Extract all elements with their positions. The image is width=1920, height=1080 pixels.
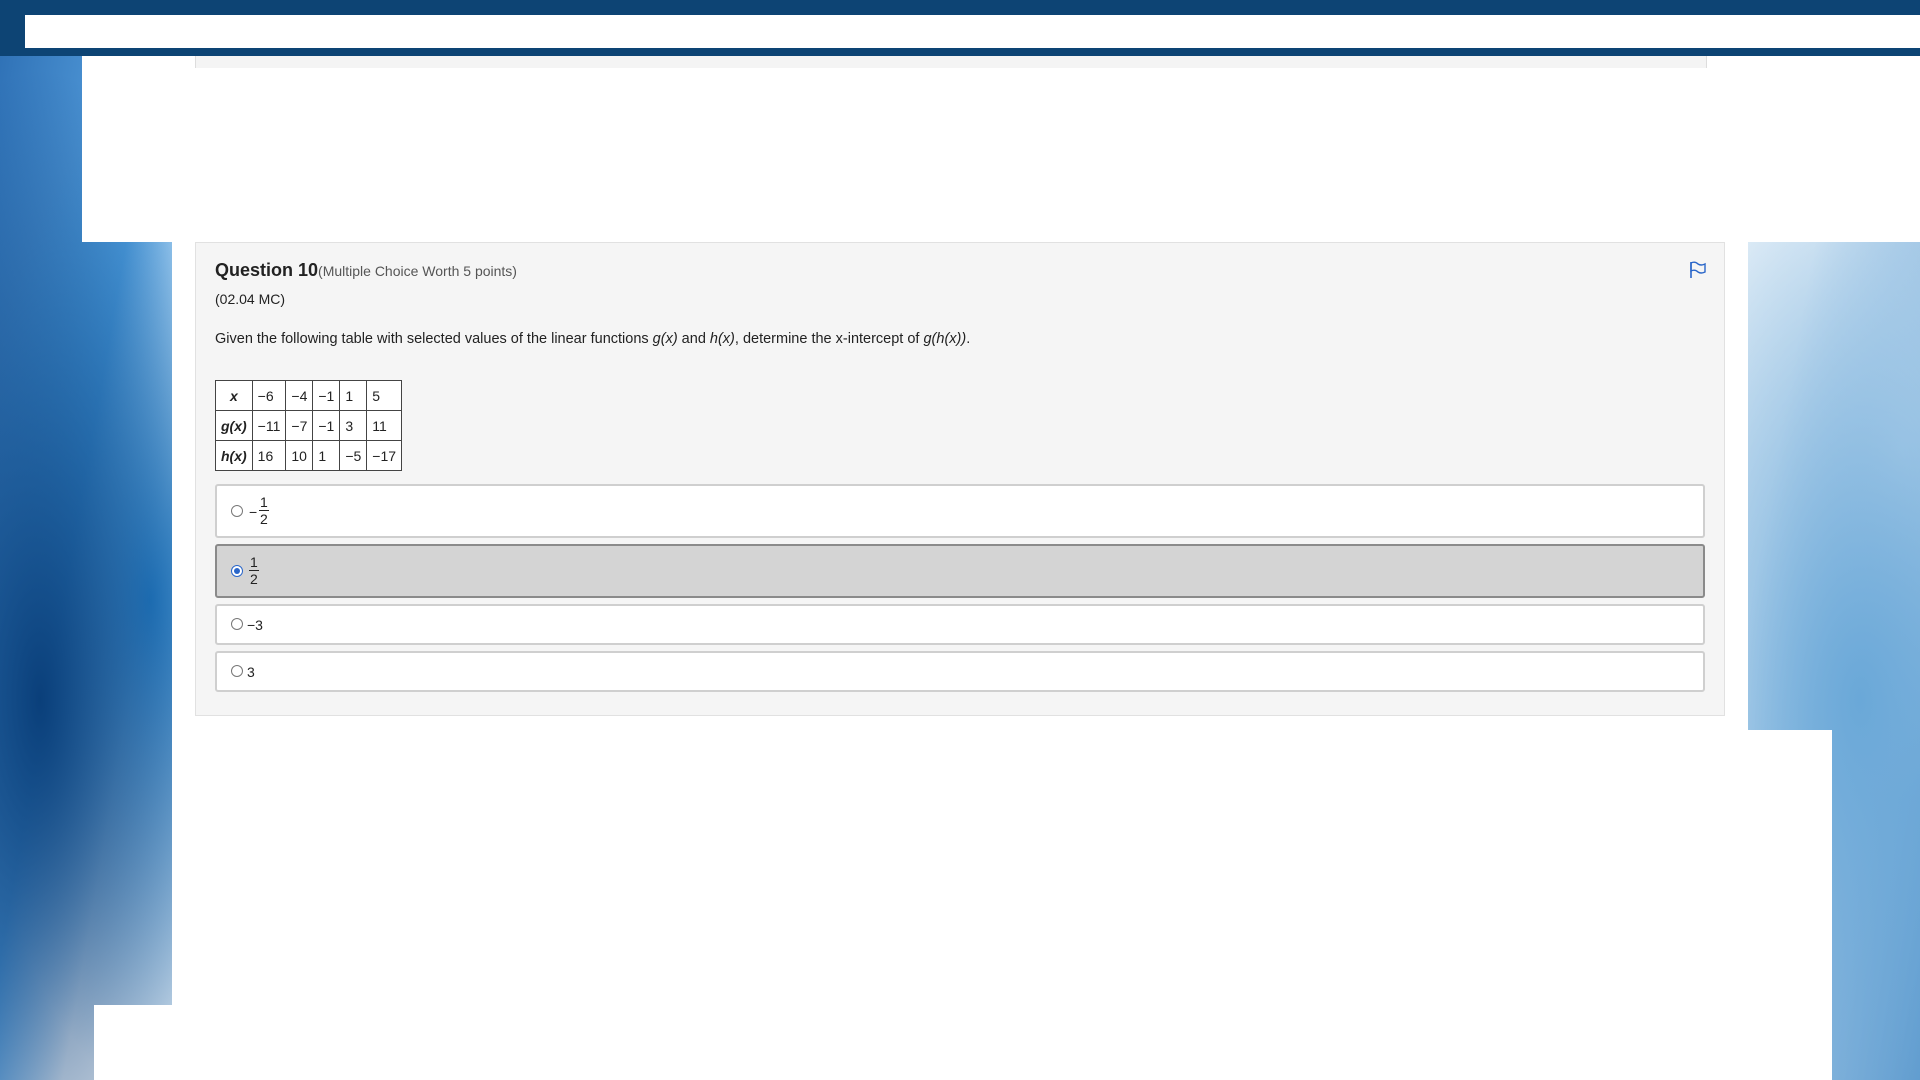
table-cell: 1: [312, 440, 341, 471]
table-row: g(x) −11 −7 −1 3 11: [215, 410, 403, 441]
table-cell: −7: [285, 410, 314, 441]
answer-choice-b[interactable]: 1 2: [215, 544, 1705, 598]
choice-b-fraction: 1 2: [249, 554, 259, 587]
top-navigation-bar: [0, 0, 1920, 56]
flag-icon[interactable]: [1688, 260, 1708, 280]
answer-choice-a[interactable]: − 1 2: [215, 484, 1705, 538]
table-cell: 10: [285, 440, 314, 471]
values-table: x −6 −4 −1 1 5 g(x) −11 −7 −1 3 11 h(x) …: [215, 380, 403, 471]
table-cell: 16: [251, 440, 287, 471]
top-bar-inner-panel: [25, 15, 1920, 48]
choice-d-label: 3: [247, 664, 255, 680]
radio-button-c[interactable]: [231, 618, 243, 630]
row-header: x: [215, 380, 253, 411]
table-cell: −17: [366, 440, 403, 471]
choice-a-sign: −: [249, 504, 258, 520]
content-panel-top: [82, 56, 1920, 242]
table-cell: 1: [339, 380, 368, 411]
row-header: g(x): [215, 410, 253, 441]
table-cell: 3: [339, 410, 368, 441]
table-cell: −6: [251, 380, 287, 411]
answer-choice-d[interactable]: 3: [215, 651, 1705, 692]
question-card: Question 10(Multiple Choice Worth 5 poin…: [195, 242, 1725, 716]
answer-choice-c[interactable]: −3: [215, 604, 1705, 645]
table-cell: −11: [251, 410, 287, 441]
radio-button-d[interactable]: [231, 665, 243, 677]
question-worth: (Multiple Choice Worth 5 points): [318, 263, 517, 279]
question-title: Question 10: [215, 260, 319, 280]
choice-c-label: −3: [247, 617, 263, 633]
content-panel-extension: [1748, 730, 1832, 1080]
question-prompt: Given the following table with selected …: [215, 331, 971, 347]
previous-question-card-edge: [195, 56, 1707, 68]
row-header: h(x): [215, 440, 253, 471]
table-cell: 11: [366, 410, 403, 441]
table-row: h(x) 16 10 1 −5 −17: [215, 440, 403, 471]
table-cell: −5: [339, 440, 368, 471]
table-cell: −4: [285, 380, 314, 411]
question-code: (02.04 MC): [215, 291, 286, 307]
radio-button-b[interactable]: [231, 565, 243, 577]
content-panel-corner: [94, 1005, 174, 1080]
question-header: Question 10(Multiple Choice Worth 5 poin…: [215, 260, 517, 281]
table-cell: −1: [312, 410, 341, 441]
radio-button-a[interactable]: [231, 505, 243, 517]
table-row: x −6 −4 −1 1 5: [215, 380, 403, 411]
table-cell: −1: [312, 380, 341, 411]
table-cell: 5: [366, 380, 403, 411]
choice-a-fraction: 1 2: [259, 494, 269, 527]
